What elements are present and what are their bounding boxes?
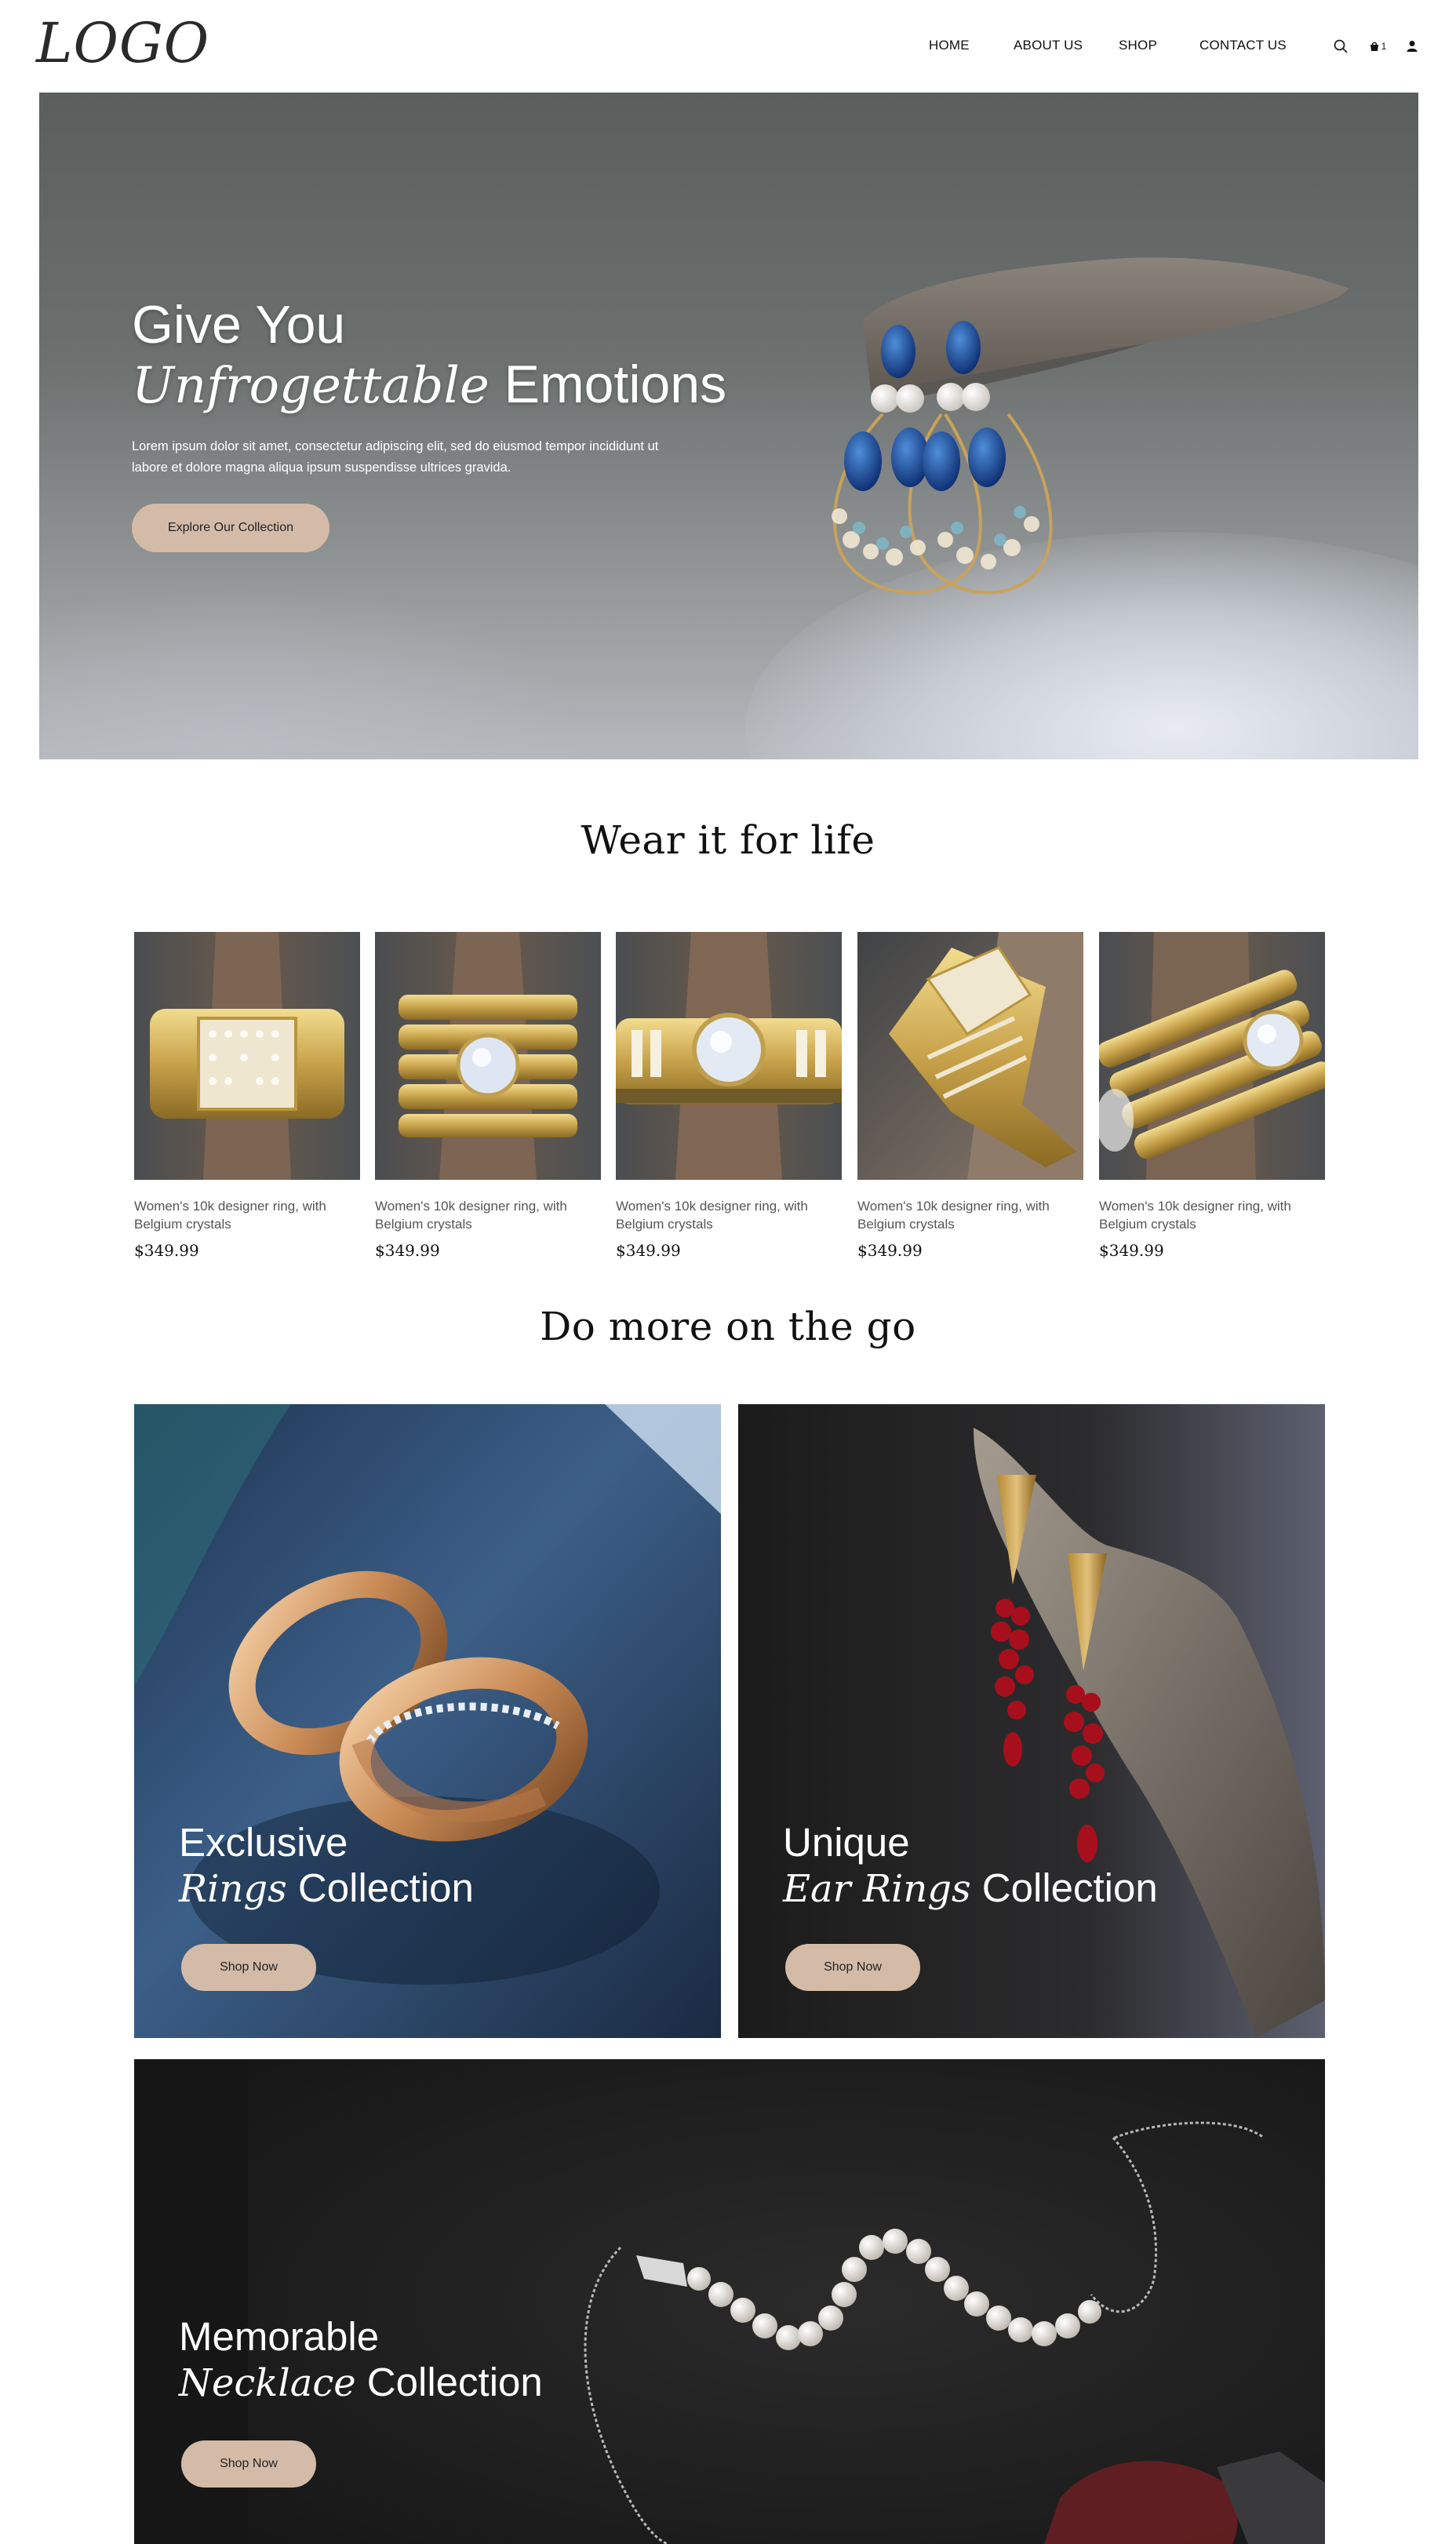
necklace-collection-title: Memorable Necklace Collection bbox=[179, 2314, 543, 2406]
hero-description: Lorem ipsum dolor sit amet, consectetur … bbox=[132, 439, 659, 475]
site-header: LOGO HOME ABOUT US SHOP CONTACT US 1 bbox=[0, 0, 1456, 93]
product-price: $349.99 bbox=[1099, 1241, 1164, 1260]
product-price: $349.99 bbox=[375, 1241, 440, 1260]
product-price: $349.99 bbox=[134, 1241, 199, 1260]
search-icon[interactable] bbox=[1329, 35, 1352, 58]
hero-banner: Give You Unfrogettable Emotions Lorem ip… bbox=[39, 93, 1418, 759]
logo[interactable]: LOGO bbox=[36, 11, 209, 75]
product-name[interactable]: Women's 10k designer ring, with Belgium … bbox=[857, 1197, 1083, 1233]
earrings-collection-card[interactable]: Unique Ear Rings Collection Shop Now bbox=[738, 1404, 1325, 2038]
rings-collection-title-emphasis: Rings bbox=[179, 1867, 287, 1911]
earrings-collection-title-line1: Unique bbox=[783, 1820, 910, 1865]
necklace-collection-card[interactable]: Memorable Necklace Collection Shop Now bbox=[134, 2059, 1325, 2544]
product-name[interactable]: Women's 10k designer ring, with Belgium … bbox=[134, 1197, 360, 1233]
hero-title-emphasis: Unfrogettable bbox=[132, 357, 490, 415]
nav-shop[interactable]: SHOP bbox=[1119, 38, 1157, 53]
hero-background-shade bbox=[39, 579, 588, 759]
product-price: $349.99 bbox=[616, 1241, 681, 1260]
collections-section-title: Do more on the go bbox=[540, 1304, 916, 1349]
product-price: $349.99 bbox=[857, 1241, 923, 1260]
nav-home[interactable]: HOME bbox=[929, 38, 970, 53]
product-image[interactable] bbox=[375, 932, 601, 1180]
product-name[interactable]: Women's 10k designer ring, with Belgium … bbox=[375, 1197, 601, 1233]
earrings-collection-title-emphasis: Ear Rings bbox=[783, 1867, 971, 1911]
rings-collection-title-rest: Collection bbox=[286, 1865, 474, 1910]
product-image[interactable] bbox=[1099, 932, 1325, 1180]
necklace-collection-title-line1: Memorable bbox=[179, 2314, 380, 2359]
cart-count-badge: 1 bbox=[1381, 41, 1387, 52]
cart-button[interactable]: 1 bbox=[1363, 35, 1392, 58]
necklace-collection-title-rest: Collection bbox=[355, 2360, 543, 2404]
earrings-collection-title-line2: Ear Rings Collection bbox=[783, 1865, 1158, 1912]
explore-collection-button[interactable]: Explore Our Collection bbox=[132, 504, 329, 552]
product-card[interactable]: Women's 10k designer ring, with Belgium … bbox=[134, 932, 360, 1260]
necklace-collection-title-emphasis: Necklace bbox=[179, 2361, 356, 2405]
rings-collection-title-line1: Exclusive bbox=[179, 1820, 348, 1865]
rings-collection-card[interactable]: Exclusive Rings Collection Shop Now bbox=[134, 1404, 721, 2038]
nav-contact-us[interactable]: CONTACT US bbox=[1199, 38, 1287, 53]
rings-collection-image bbox=[134, 1404, 721, 2038]
earrings-collection-title-rest: Collection bbox=[970, 1865, 1158, 1910]
product-card[interactable]: Women's 10k designer ring, with Belgium … bbox=[857, 932, 1083, 1260]
hero-title-rest: Emotions bbox=[489, 355, 727, 414]
rings-collection-title-line2: Rings Collection bbox=[179, 1865, 474, 1912]
earrings-shop-now-button[interactable]: Shop Now bbox=[785, 1944, 920, 1991]
product-image[interactable] bbox=[616, 932, 842, 1180]
rings-shop-now-button[interactable]: Shop Now bbox=[181, 1944, 316, 1991]
necklace-shop-now-button[interactable]: Shop Now bbox=[181, 2440, 316, 2488]
product-name[interactable]: Women's 10k designer ring, with Belgium … bbox=[1099, 1197, 1325, 1233]
product-image[interactable] bbox=[134, 932, 360, 1180]
product-card[interactable]: Women's 10k designer ring, with Belgium … bbox=[1099, 932, 1325, 1260]
necklace-collection-title-line2: Necklace Collection bbox=[179, 2360, 543, 2406]
product-card[interactable]: Women's 10k designer ring, with Belgium … bbox=[375, 932, 601, 1260]
products-section-title: Wear it for life bbox=[581, 817, 875, 863]
nav-about-us[interactable]: ABOUT US bbox=[1014, 38, 1083, 53]
hero-title-line1: Give You bbox=[132, 295, 346, 355]
cart-icon bbox=[1370, 42, 1378, 51]
earrings-collection-image bbox=[738, 1404, 1325, 2038]
user-icon[interactable] bbox=[1400, 35, 1424, 58]
product-name[interactable]: Women's 10k designer ring, with Belgium … bbox=[616, 1197, 842, 1233]
product-image[interactable] bbox=[857, 932, 1083, 1180]
hero-title-line2: Unfrogettable Emotions bbox=[132, 355, 726, 416]
rings-collection-title: Exclusive Rings Collection bbox=[179, 1820, 474, 1912]
product-card[interactable]: Women's 10k designer ring, with Belgium … bbox=[616, 932, 842, 1260]
earrings-collection-title: Unique Ear Rings Collection bbox=[783, 1820, 1158, 1912]
hero-earrings-image bbox=[832, 257, 1349, 595]
hero-title: Give You Unfrogettable Emotions bbox=[132, 295, 726, 416]
